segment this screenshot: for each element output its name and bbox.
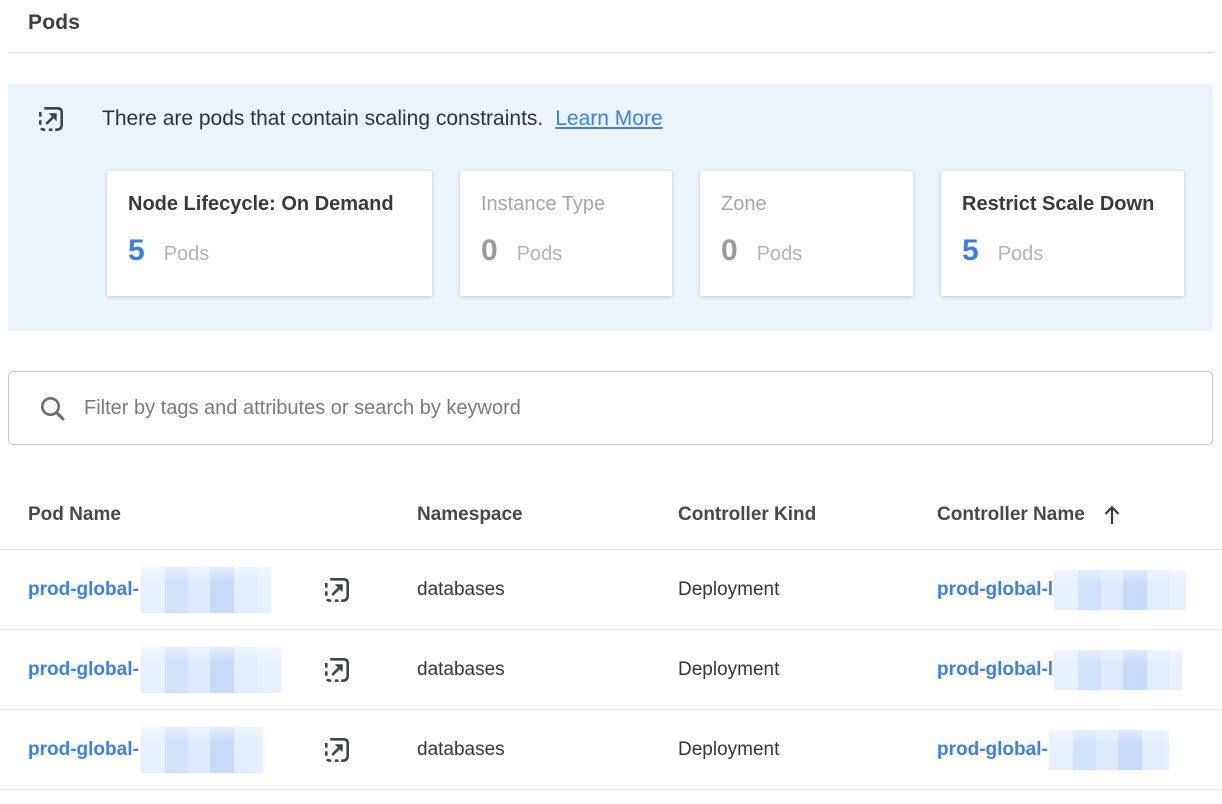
card-unit: Pods [517,243,563,266]
card-count: 0 [721,234,738,268]
search-input[interactable] [84,388,1212,428]
card-instance-type[interactable]: Instance Type 0 Pods [460,171,672,296]
pod-name-link[interactable]: prod-global- [28,739,139,761]
search-icon [39,395,66,422]
constraint-cards: Node Lifecycle: On Demand 5 Pods Instanc… [107,171,1213,296]
column-header-pod-name[interactable]: Pod Name [28,504,417,526]
scale-out-icon[interactable] [322,655,352,685]
title-divider [8,52,1214,53]
banner-message: There are pods that contain scaling cons… [102,107,543,131]
controller-kind-cell: Deployment [678,739,937,761]
scaling-constraints-banner: There are pods that contain scaling cons… [8,84,1213,331]
namespace-cell: databases [417,739,678,761]
arrow-up-icon [1101,503,1123,527]
table-row: prod-global- databases Deployment prod-g… [0,630,1222,710]
controller-name-link[interactable]: prod-global-l [937,659,1053,681]
redacted-controller-name [1049,730,1169,770]
redacted-controller-name [1054,570,1186,610]
card-zone[interactable]: Zone 0 Pods [700,171,913,296]
scale-out-icon [36,104,66,134]
table-row: prod-global- databases Deployment prod-g… [0,550,1222,630]
card-title: Zone [721,193,893,216]
controller-name-link[interactable]: prod-global- [937,739,1048,761]
banner-header: There are pods that contain scaling cons… [36,104,1213,134]
namespace-cell: databases [417,659,678,681]
redacted-pod-name [141,727,263,773]
table-header-row: Pod Name Namespace Controller Kind Contr… [0,481,1222,550]
card-title: Node Lifecycle: On Demand [128,193,412,216]
learn-more-link[interactable]: Learn More [555,107,662,131]
card-unit: Pods [164,243,210,266]
controller-kind-cell: Deployment [678,579,937,601]
card-unit: Pods [998,243,1044,266]
scale-out-icon[interactable] [322,735,352,765]
card-count: 5 [128,234,145,268]
namespace-cell: databases [417,579,678,601]
filter-search-bar [8,371,1213,445]
controller-name-link[interactable]: prod-global-l [937,579,1053,601]
pod-name-link[interactable]: prod-global- [28,579,139,601]
scale-out-icon[interactable] [322,575,352,605]
card-count: 0 [481,234,498,268]
card-unit: Pods [757,243,803,266]
card-restrict-scale-down[interactable]: Restrict Scale Down 5 Pods [941,171,1184,296]
column-header-controller-kind[interactable]: Controller Kind [678,504,937,526]
pods-page: Pods There are pods that contain scaling… [0,0,1222,804]
redacted-pod-name [141,567,271,613]
card-title: Restrict Scale Down [962,193,1164,216]
column-header-controller-name[interactable]: Controller Name [937,503,1222,527]
page-title: Pods [0,0,1222,35]
card-title: Instance Type [481,193,652,216]
redacted-pod-name [141,647,281,693]
card-count: 5 [962,234,979,268]
card-node-lifecycle[interactable]: Node Lifecycle: On Demand 5 Pods [107,171,432,296]
pod-name-link[interactable]: prod-global- [28,659,139,681]
controller-kind-cell: Deployment [678,659,937,681]
column-header-namespace[interactable]: Namespace [417,504,678,526]
table-row: prod-global- databases Deployment prod-g… [0,710,1222,790]
pods-table: Pod Name Namespace Controller Kind Contr… [0,481,1222,790]
redacted-controller-name [1054,650,1182,690]
